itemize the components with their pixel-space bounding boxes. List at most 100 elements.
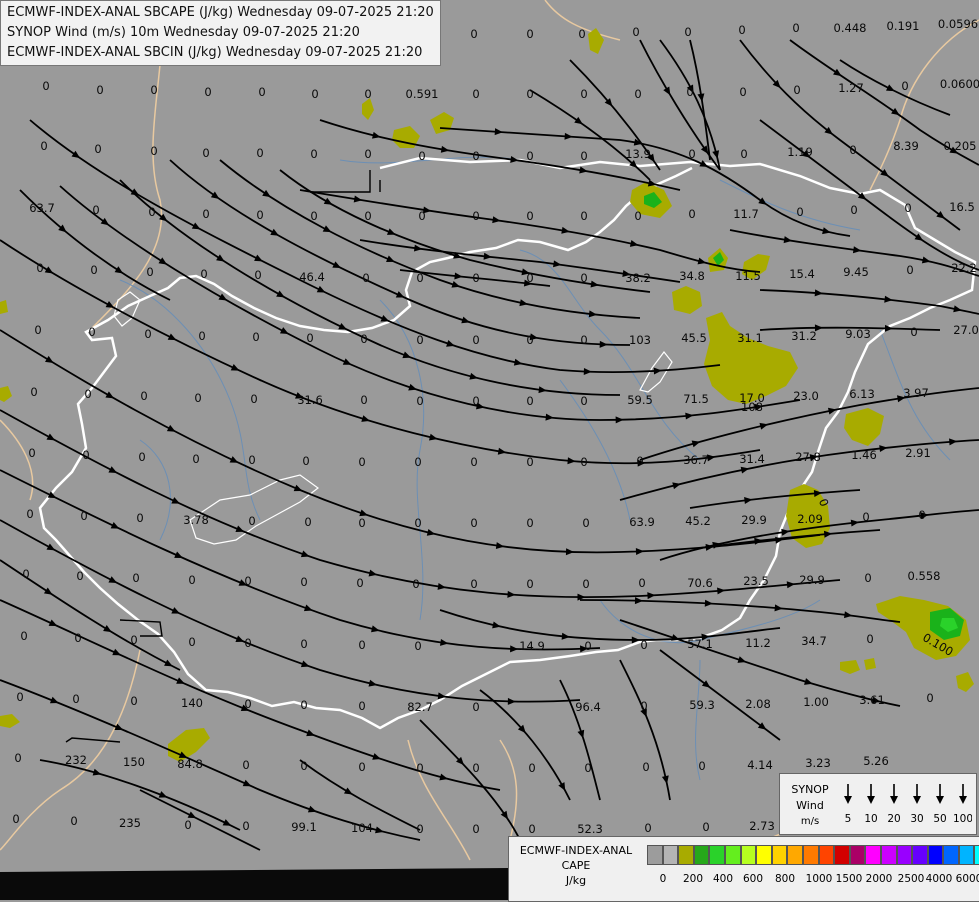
station-value: 0	[580, 271, 587, 285]
station-value: 63.9	[629, 515, 655, 529]
cape-legend-line1: ECMWF-INDEX-ANAL	[519, 844, 633, 857]
station-value: 232	[65, 753, 87, 767]
station-value: 63.7	[29, 201, 55, 215]
station-value: 0	[416, 333, 423, 347]
station-value: 2.91	[905, 446, 931, 460]
station-value: 0	[528, 761, 535, 775]
station-value: 0	[364, 87, 371, 101]
cape-swatch	[974, 845, 979, 865]
station-value: 0	[252, 330, 259, 344]
station-value: 0	[412, 577, 419, 591]
station-value: 0	[300, 759, 307, 773]
station-value: 0	[132, 571, 139, 585]
cape-swatch	[740, 845, 757, 865]
station-value: 0	[22, 567, 29, 581]
station-value: 0	[138, 450, 145, 464]
station-value: 0	[358, 638, 365, 652]
wind-legend-speed: 5	[845, 813, 852, 825]
station-value: 0	[248, 453, 255, 467]
map-edge-black	[0, 868, 508, 900]
station-value: 45.5	[681, 331, 707, 345]
wind-legend-line1: SYNOP	[791, 783, 829, 796]
station-value: 0	[40, 139, 47, 153]
station-value: 0	[580, 209, 587, 223]
station-value: 0	[739, 85, 746, 99]
cape-swatch	[834, 845, 850, 865]
station-value: 1.19	[787, 145, 813, 159]
station-value: 0	[850, 203, 857, 217]
station-value: 0	[300, 637, 307, 651]
cape-swatch	[912, 845, 928, 865]
station-value: 16.5	[949, 200, 975, 214]
station-value: 0	[16, 690, 23, 704]
station-value: 38.2	[625, 271, 651, 285]
station-value: 0	[418, 209, 425, 223]
station-value: 0	[140, 389, 147, 403]
station-value: 0	[638, 576, 645, 590]
station-value: 22.2	[951, 261, 977, 275]
weather-map: 0 0 0 0 0 0 0 0.591 0 0 0 0 0 0 0 1.27 0 0.0600 0 0 0 0 0 0 0 0.4…	[0, 0, 979, 900]
station-value: 0	[192, 452, 199, 466]
wind-legend-line2: Wind	[796, 799, 824, 812]
station-value: 1.27	[838, 81, 864, 95]
station-value: 0	[684, 25, 691, 39]
station-value: 0	[580, 455, 587, 469]
station-value: 0	[194, 391, 201, 405]
cape-swatch	[880, 845, 897, 865]
wind-legend-label: SYNOP Wind m/s	[782, 782, 838, 830]
station-value: 0	[76, 569, 83, 583]
title-sbcape: ECMWF-INDEX-ANAL SBCAPE (J/kg) Wednesday…	[7, 5, 434, 20]
station-value: 0	[642, 760, 649, 774]
station-value: 34.7	[801, 634, 827, 648]
station-value: 0	[306, 331, 313, 345]
wind-legend-arrowhead	[959, 796, 967, 804]
station-value: 29.9	[799, 573, 825, 587]
station-value: 0	[526, 271, 533, 285]
station-value: 82.7	[407, 700, 433, 714]
station-value: 0	[242, 758, 249, 772]
cape-swatch	[678, 845, 694, 865]
station-value: 13.9	[625, 147, 651, 161]
cape-tick-labels: 0 200 400 600 800 100015002000 250040006000	[647, 873, 979, 887]
station-value: 140	[181, 696, 203, 710]
station-value: 0	[526, 27, 533, 41]
station-value: 0	[130, 633, 137, 647]
station-value: 46.4	[299, 270, 325, 284]
station-value: 8.39	[893, 139, 919, 153]
station-value: 0	[634, 209, 641, 223]
station-value: 11.5	[735, 269, 761, 283]
station-value: 0	[862, 510, 869, 524]
station-value: 0	[311, 87, 318, 101]
wind-legend-arrowhead	[844, 796, 852, 804]
station-value: 0	[90, 263, 97, 277]
station-value: 0	[414, 516, 421, 530]
station-value: 0.448	[834, 21, 867, 35]
station-value: 235	[119, 816, 141, 830]
station-value: 0	[256, 146, 263, 160]
station-value: 0	[526, 394, 533, 408]
station-value: 0	[866, 632, 873, 646]
cape-tick: 200	[682, 873, 704, 885]
station-value: 0	[362, 271, 369, 285]
station-value: 0	[198, 329, 205, 343]
station-value: 9.03	[845, 327, 871, 341]
wind-legend-arrowhead	[913, 796, 921, 804]
station-value: 0	[188, 573, 195, 587]
station-value: 2.08	[745, 697, 771, 711]
station-value: 108	[741, 400, 763, 414]
station-value: 5.26	[863, 754, 889, 768]
cape-tick: 1000	[805, 873, 833, 885]
cape-swatch	[849, 845, 866, 865]
station-value: 0	[248, 514, 255, 528]
station-value: 36.7	[683, 453, 709, 467]
station-value: 0	[849, 143, 856, 157]
station-value: 0	[414, 455, 421, 469]
station-value: 4.14	[747, 758, 773, 772]
station-value: 0	[26, 507, 33, 521]
station-value: 0	[302, 454, 309, 468]
station-value: 0	[146, 265, 153, 279]
station-value: 0	[250, 392, 257, 406]
station-value: 0	[82, 448, 89, 462]
title-synop-wind: SYNOP Wind (m/s) 10m Wednesday 09-07-202…	[7, 25, 360, 40]
wind-legend-arrowhead	[936, 796, 944, 804]
